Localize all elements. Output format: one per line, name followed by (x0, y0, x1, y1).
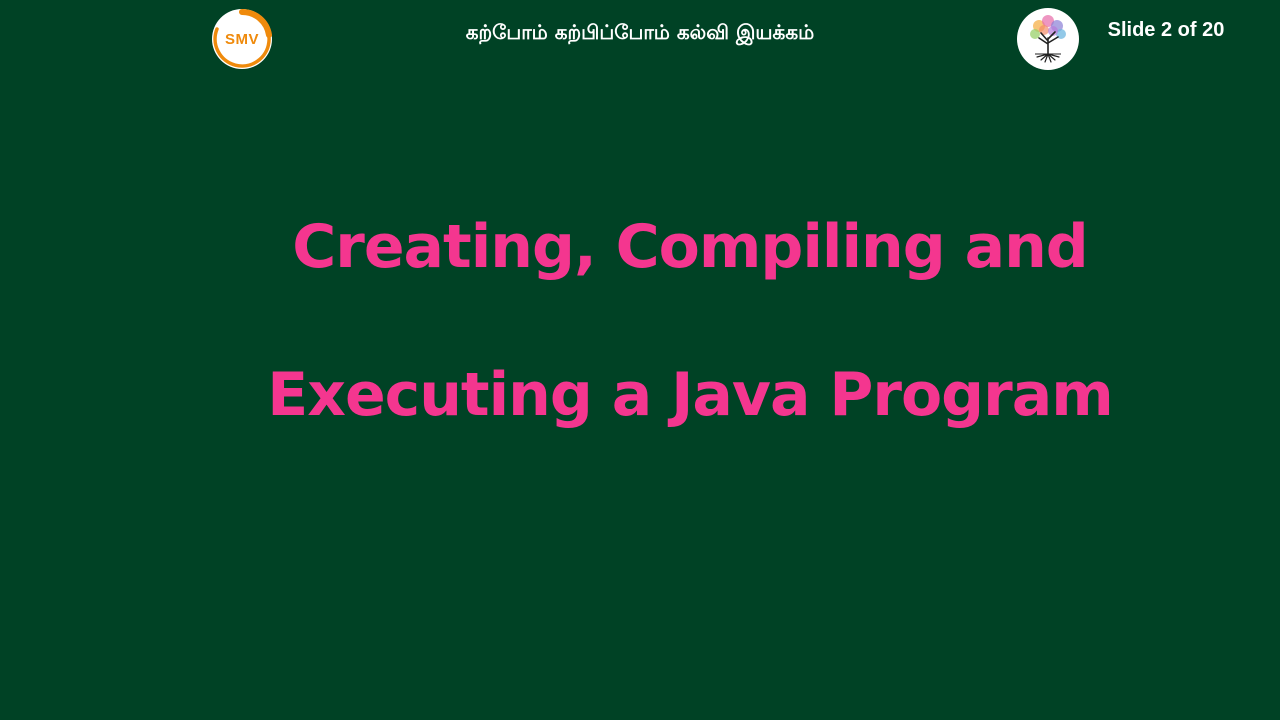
smv-logo-icon: SMV (212, 9, 272, 69)
slide-title-line-2: Executing a Java Program (267, 360, 1113, 430)
slide-counter: Slide 2 of 20 (1107, 19, 1225, 41)
smv-logo-text: SMV (224, 30, 259, 48)
slide-title-line-1: Creating, Compiling and (292, 212, 1089, 282)
header-title: கற்போம் கற்பிப்போம் கல்வி இயக்கம் (465, 20, 815, 44)
tree-emblem-icon (1017, 8, 1079, 70)
slide-title: Creating, Compiling and Executing a Java… (200, 205, 1180, 501)
presentation-slide: SMV கற்போம் கற்பிப்போம் கல்வி இயக்கம் Sl… (0, 0, 1280, 720)
